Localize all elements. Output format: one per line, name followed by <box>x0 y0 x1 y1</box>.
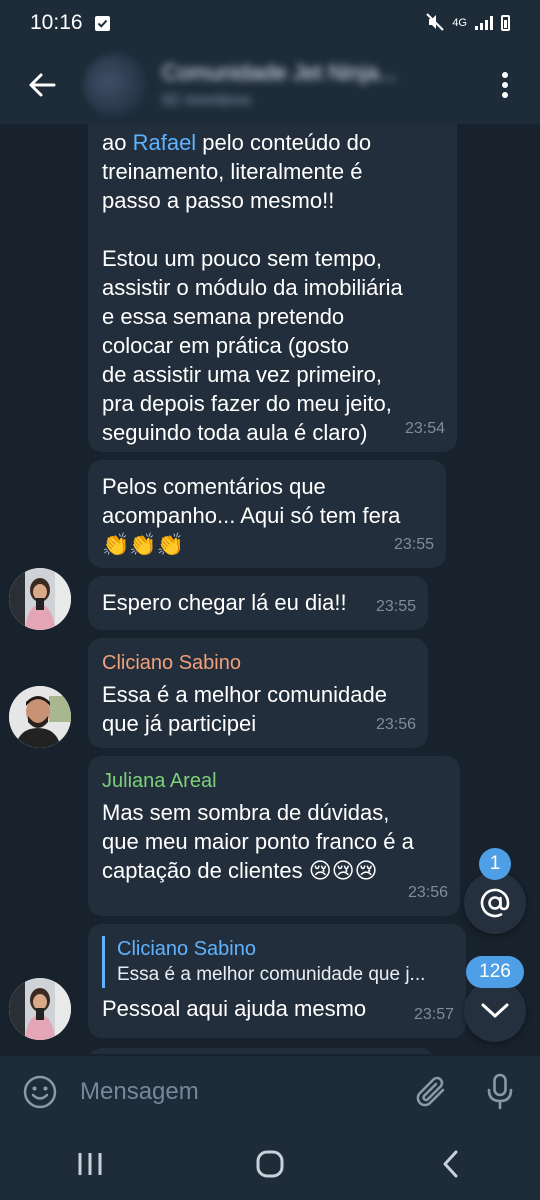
status-indicators: 4G <box>426 12 510 34</box>
message-input[interactable] <box>80 1078 398 1106</box>
mentions-count-badge: 1 <box>479 848 511 880</box>
sender-avatar[interactable] <box>9 686 71 748</box>
chat-header: Comunidade Jet Ninja... 92 membros <box>0 46 540 124</box>
message-bubble[interactable]: Cliciano Sabino Essa é a melhor comunida… <box>88 638 428 748</box>
message-text-prefix: ao <box>102 130 133 155</box>
voice-message-button[interactable] <box>466 1056 534 1128</box>
woman-avatar-icon <box>9 568 71 630</box>
sender-avatar[interactable] <box>9 568 71 630</box>
sender-avatar[interactable] <box>9 978 71 1040</box>
message-bubble[interactable]: Pelos comentários que acompanho... Aqui … <box>88 460 446 568</box>
battery-icon <box>501 15 510 31</box>
reply-quote[interactable]: Cliciano Sabino Essa é a melhor comunida… <box>102 936 452 988</box>
smiley-icon <box>23 1075 57 1109</box>
message-time: 23:55 <box>375 598 416 615</box>
message-text-body: pelo conteúdo do treinamento, literalmen… <box>102 130 403 445</box>
sender-name[interactable]: Juliana Areal <box>102 768 446 794</box>
microphone-icon <box>487 1073 513 1110</box>
message-text: Espero chegar lá eu dia!! <box>102 590 347 615</box>
message-time: 23:56 <box>407 884 448 901</box>
more-vertical-icon <box>502 72 508 98</box>
message-text: Essa é a melhor comunidade que já partic… <box>102 682 387 736</box>
chevron-down-icon <box>481 1003 509 1018</box>
system-back-button[interactable] <box>410 1128 490 1200</box>
status-time: 10:16 <box>30 11 83 34</box>
message-text: Mas sem sombra de dúvidas, que meu maior… <box>102 800 414 883</box>
back-button[interactable] <box>0 46 84 124</box>
message-bubble[interactable]: Espero chegar lá eu dia!! 23:55 <box>88 576 428 630</box>
message-time: 23:57 <box>413 1006 454 1023</box>
more-options-button[interactable] <box>470 46 540 124</box>
at-sign-icon <box>480 888 510 918</box>
group-avatar[interactable] <box>84 54 146 116</box>
chevron-left-icon <box>443 1150 458 1178</box>
reply-sender-name: Cliciano Sabino <box>117 938 256 960</box>
message-bubble[interactable]: Juliana Areal Mas sem sombra de dúvidas,… <box>88 756 460 916</box>
scroll-to-bottom-button[interactable] <box>464 980 526 1042</box>
group-info[interactable]: Comunidade Jet Ninja... 92 membros <box>162 60 470 110</box>
message-input-bar <box>0 1056 540 1128</box>
mute-icon <box>426 12 445 34</box>
reply-text: Essa é a melhor comunidade que j... <box>117 964 426 985</box>
message-list[interactable]: ao Rafael pelo conteúdo do treinamento, … <box>0 124 540 1054</box>
notification-check-icon <box>94 15 110 31</box>
message-time: 23:56 <box>375 716 416 733</box>
back-arrow-icon <box>29 73 56 97</box>
group-title: Comunidade Jet Ninja... <box>162 60 397 85</box>
message-time: 23:54 <box>404 420 445 437</box>
sender-name[interactable]: Cliciano Sabino <box>102 650 414 676</box>
message-bubble[interactable] <box>88 1048 434 1054</box>
home-icon <box>256 1150 284 1178</box>
message-text: ao Rafael pelo conteúdo do treinamento, … <box>102 128 443 447</box>
emoji-button[interactable] <box>0 1056 80 1128</box>
mention-link[interactable]: Rafael <box>133 130 197 155</box>
message-text: Pessoal aqui ajuda mesmo <box>102 996 367 1021</box>
paperclip-icon <box>416 1076 445 1107</box>
system-navigation-bar <box>0 1128 540 1200</box>
home-button[interactable] <box>230 1128 310 1200</box>
signal-icon <box>475 16 493 30</box>
mentions-button[interactable] <box>464 872 526 934</box>
group-subtitle: 92 membros <box>162 92 251 109</box>
woman-avatar-icon <box>9 978 71 1040</box>
network-type: 4G <box>452 17 467 29</box>
attach-button[interactable] <box>398 1056 466 1128</box>
recent-apps-button[interactable] <box>50 1128 130 1200</box>
man-avatar-icon <box>9 686 71 748</box>
message-text: Pelos comentários que acompanho... Aqui … <box>102 474 401 557</box>
unread-count-badge: 126 <box>466 956 524 988</box>
message-bubble[interactable]: ao Rafael pelo conteúdo do treinamento, … <box>88 124 457 452</box>
message-time: 23:55 <box>393 536 434 553</box>
recent-apps-icon <box>78 1153 102 1175</box>
status-bar: 10:16 4G <box>0 0 540 46</box>
message-bubble[interactable]: Cliciano Sabino Essa é a melhor comunida… <box>88 924 466 1038</box>
